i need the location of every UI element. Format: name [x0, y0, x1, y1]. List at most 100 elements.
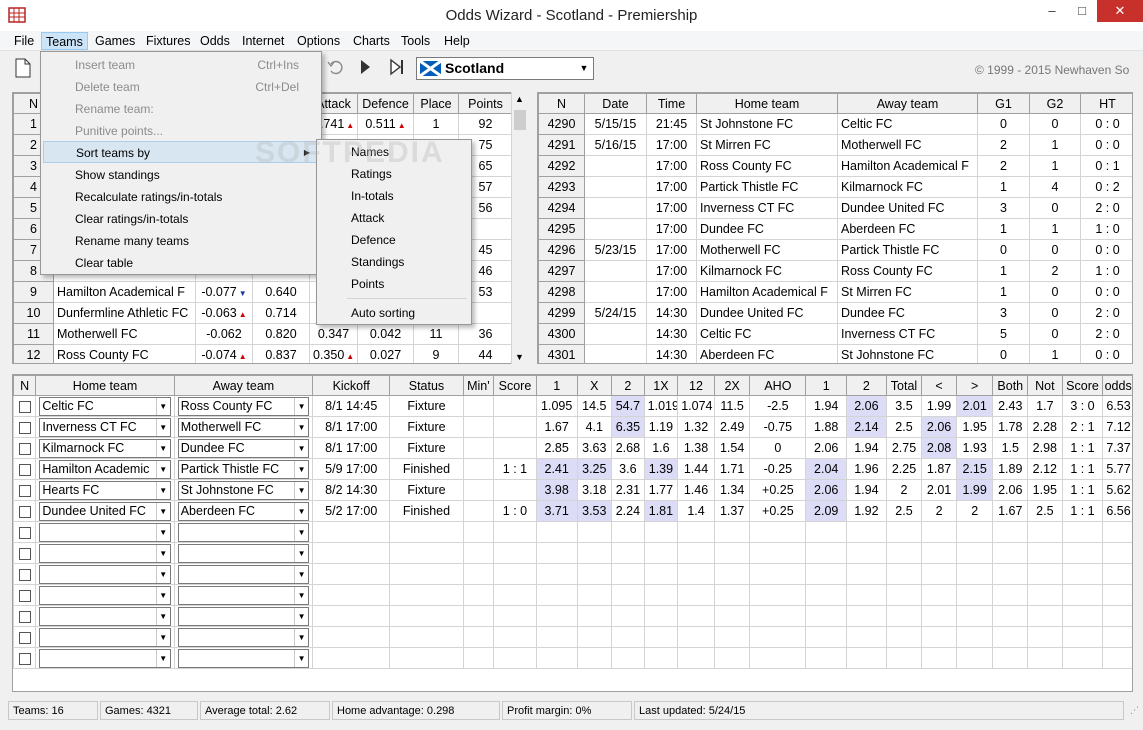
- empty-cell[interactable]: [312, 605, 391, 627]
- table-row[interactable]: 4299 5/24/15 14:30 Dundee United FC Dundee F…: [538, 302, 1132, 324]
- odds-cell[interactable]: 1.074: [677, 395, 715, 417]
- row-checkbox-cell[interactable]: [13, 542, 37, 564]
- sort-by-standings[interactable]: Standings: [319, 251, 469, 273]
- home-team[interactable]: Celtic FC ▼: [35, 395, 175, 417]
- odds-cell[interactable]: 2.06: [805, 437, 848, 459]
- odds-cell[interactable]: 2.06: [846, 395, 887, 417]
- table-row[interactable]: 12 Ross County FC -0.074 ▲ 0.837 0.350 ▲ 0.027 9…: [13, 344, 513, 363]
- fixtures-col-header[interactable]: >: [955, 375, 994, 396]
- game-cell[interactable]: [584, 176, 647, 198]
- odds-cell[interactable]: 0: [749, 437, 807, 459]
- fixtures-col-header[interactable]: Both: [992, 375, 1029, 396]
- empty-cell[interactable]: [992, 563, 1029, 585]
- chevron-down-icon[interactable]: ▼: [294, 565, 309, 583]
- home-team-select[interactable]: ▼: [39, 585, 171, 605]
- empty-cell[interactable]: [713, 521, 751, 543]
- odds-cell[interactable]: 1.78: [992, 416, 1029, 438]
- game-cell[interactable]: 0 : 0: [1080, 281, 1132, 303]
- empty-cell[interactable]: [535, 563, 578, 585]
- empty-cell[interactable]: [1061, 605, 1104, 627]
- game-cell[interactable]: Ross County FC: [837, 260, 978, 282]
- odds-cell[interactable]: 1.95: [1027, 479, 1063, 501]
- game-cell[interactable]: 14:30: [646, 344, 697, 363]
- team-name[interactable]: Ross County FC: [53, 344, 196, 363]
- game-cell[interactable]: St Johnstone FC: [696, 113, 838, 135]
- empty-cell[interactable]: [576, 626, 613, 648]
- game-cell[interactable]: Motherwell FC: [696, 239, 838, 261]
- home-team-select[interactable]: ▼: [39, 522, 171, 542]
- team-name[interactable]: Motherwell FC: [53, 323, 196, 345]
- empty-cell[interactable]: [535, 542, 578, 564]
- odds-cell[interactable]: 1.94: [846, 437, 887, 459]
- odds-cell[interactable]: 7.12: [1102, 416, 1132, 438]
- home-team[interactable]: ▼: [35, 584, 175, 606]
- row-checkbox-cell[interactable]: [13, 521, 37, 543]
- odds-cell[interactable]: 6.53: [1102, 395, 1132, 417]
- auto-sorting[interactable]: Auto sorting: [319, 302, 469, 324]
- fixtures-col-header[interactable]: X: [576, 375, 613, 396]
- odds-cell[interactable]: 4.1: [576, 416, 613, 438]
- odds-cell[interactable]: 1.99: [921, 395, 957, 417]
- odds-cell[interactable]: 3.71: [535, 500, 578, 522]
- away-team-select[interactable]: ▼: [177, 606, 310, 626]
- home-team-select[interactable]: Celtic FC ▼: [39, 396, 171, 416]
- empty-row[interactable]: ▼ ▼: [13, 563, 1132, 585]
- empty-cell[interactable]: [921, 563, 957, 585]
- odds-cell[interactable]: 2.68: [611, 437, 645, 459]
- empty-cell[interactable]: [805, 563, 848, 585]
- game-cell[interactable]: St Mirren FC: [696, 134, 838, 156]
- home-team[interactable]: Kilmarnock FC ▼: [35, 437, 175, 459]
- chevron-down-icon[interactable]: ▼: [294, 418, 309, 436]
- fixtures-col-header[interactable]: 1: [535, 375, 578, 396]
- empty-cell[interactable]: [493, 521, 537, 543]
- empty-cell[interactable]: [749, 584, 807, 606]
- empty-cell[interactable]: [1061, 584, 1104, 606]
- play-icon[interactable]: [354, 58, 376, 80]
- score[interactable]: 1 : 1: [493, 458, 537, 480]
- empty-row[interactable]: ▼ ▼: [13, 584, 1132, 606]
- empty-cell[interactable]: [389, 605, 464, 627]
- table-row[interactable]: Hearts FC ▼ St Johnstone FC ▼ 8/2 14:30 Fixtu…: [13, 479, 1132, 501]
- chevron-down-icon[interactable]: ▼: [294, 397, 309, 415]
- row-checkbox[interactable]: [18, 505, 31, 518]
- score[interactable]: [493, 479, 537, 501]
- empty-cell[interactable]: [389, 647, 464, 669]
- minimize-button[interactable]: –: [1037, 0, 1067, 22]
- odds-cell[interactable]: 2.06: [921, 416, 957, 438]
- away-team-select[interactable]: Aberdeen FC ▼: [177, 501, 310, 521]
- table-row[interactable]: 4294 17:00 Inverness CT FC Dundee United FC…: [538, 197, 1132, 219]
- home-team[interactable]: ▼: [35, 647, 175, 669]
- odds-cell[interactable]: 2.12: [1027, 458, 1063, 480]
- empty-cell[interactable]: [992, 584, 1029, 606]
- chevron-down-icon[interactable]: ▼: [155, 397, 170, 415]
- empty-cell[interactable]: [677, 521, 715, 543]
- game-cell[interactable]: 4300: [538, 323, 585, 345]
- odds-cell[interactable]: 1.93: [955, 437, 994, 459]
- empty-cell[interactable]: [749, 626, 807, 648]
- chevron-down-icon[interactable]: ▼: [294, 628, 309, 646]
- new-file-icon[interactable]: [12, 58, 34, 80]
- game-cell[interactable]: 0: [977, 113, 1030, 135]
- game-cell[interactable]: 5/24/15: [584, 302, 647, 324]
- minute[interactable]: [462, 500, 495, 522]
- empty-cell[interactable]: [611, 584, 645, 606]
- resize-grip-icon[interactable]: ⋰: [1130, 705, 1139, 716]
- game-cell[interactable]: 4298: [538, 281, 585, 303]
- empty-cell[interactable]: [677, 584, 715, 606]
- game-cell[interactable]: 5: [977, 323, 1030, 345]
- empty-cell[interactable]: [312, 584, 391, 606]
- odds-cell[interactable]: 1.19: [643, 416, 679, 438]
- empty-row[interactable]: ▼ ▼: [13, 605, 1132, 627]
- odds-cell[interactable]: 2.06: [805, 479, 848, 501]
- away-team-select[interactable]: ▼: [177, 585, 310, 605]
- odds-cell[interactable]: -0.25: [749, 458, 807, 480]
- empty-cell[interactable]: [611, 605, 645, 627]
- odds-cell[interactable]: 2.98: [1027, 437, 1063, 459]
- row-checkbox[interactable]: [18, 547, 31, 560]
- game-cell[interactable]: 0 : 0: [1080, 344, 1132, 363]
- odds-cell[interactable]: 1.77: [643, 479, 679, 501]
- table-row[interactable]: 4291 5/16/15 17:00 St Mirren FC Motherwell F…: [538, 134, 1132, 156]
- empty-cell[interactable]: [846, 563, 887, 585]
- game-cell[interactable]: 4295: [538, 218, 585, 240]
- game-cell[interactable]: 17:00: [646, 197, 697, 219]
